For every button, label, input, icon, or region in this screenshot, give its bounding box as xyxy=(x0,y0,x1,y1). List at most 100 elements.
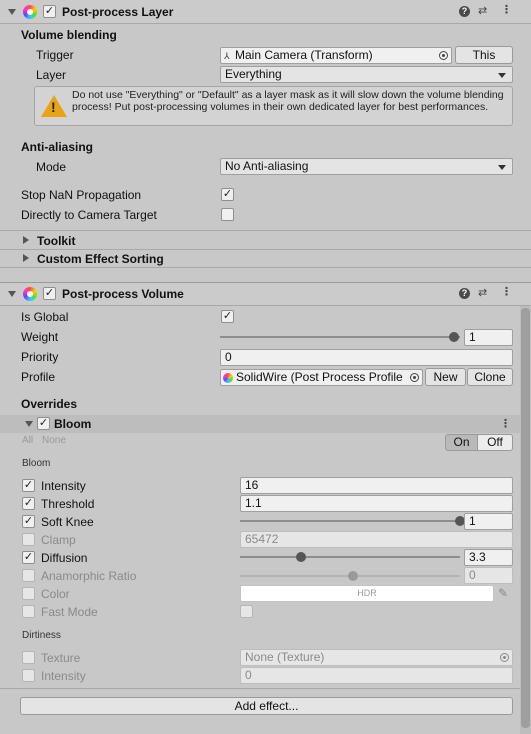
color-swatch[interactable]: HDR xyxy=(240,585,494,602)
bloom-effect-header[interactable]: ✓ Bloom ⋮ xyxy=(0,415,520,433)
intensity-label: Intensity xyxy=(41,479,86,493)
clamp-field[interactable]: 65472 xyxy=(240,531,513,548)
anamorphic-override-checkbox[interactable] xyxy=(22,569,35,582)
anamorphic-field[interactable]: 0 xyxy=(464,567,513,584)
new-profile-button[interactable]: New xyxy=(425,368,466,386)
context-menu-icon[interactable]: ⋮ xyxy=(501,285,512,298)
soft-knee-label: Soft Knee xyxy=(41,515,94,529)
custom-sorting-foldout[interactable]: Custom Effect Sorting xyxy=(37,252,164,266)
fast-mode-label: Fast Mode xyxy=(41,605,98,619)
post-process-volume-header[interactable]: ✓ Post-process Volume ? ⇄ ⋮ xyxy=(0,282,531,306)
divider xyxy=(0,267,531,268)
anamorphic-slider-thumb[interactable] xyxy=(347,571,358,581)
texture-value: None (Texture) xyxy=(245,650,325,664)
is-global-label: Is Global xyxy=(21,310,69,324)
priority-field[interactable]: 0 xyxy=(220,349,513,366)
direct-to-camera-label: Directly to Camera Target xyxy=(21,208,157,222)
layer-enabled-checkbox[interactable]: ✓ xyxy=(43,5,56,18)
clone-profile-button[interactable]: Clone xyxy=(467,368,513,386)
dirtiness-section-label: Dirtiness xyxy=(22,630,61,641)
volume-enabled-checkbox[interactable]: ✓ xyxy=(43,287,56,300)
object-picker-icon[interactable] xyxy=(439,51,448,60)
direct-to-camera-checkbox[interactable] xyxy=(221,208,234,221)
intensity-field[interactable]: 16 xyxy=(240,477,513,494)
soft-knee-field[interactable]: 1 xyxy=(464,513,513,530)
diffusion-field[interactable]: 3.3 xyxy=(464,549,513,566)
weight-slider-track[interactable] xyxy=(220,336,460,338)
add-effect-button[interactable]: Add effect... xyxy=(20,697,513,715)
fold-down-icon[interactable] xyxy=(25,421,33,427)
trigger-label: Trigger xyxy=(36,48,74,62)
color-override-checkbox[interactable] xyxy=(22,587,35,600)
stop-nan-checkbox[interactable]: ✓ xyxy=(221,188,234,201)
texture-override-checkbox[interactable] xyxy=(22,651,35,664)
mode-value: No Anti-aliasing xyxy=(225,159,309,173)
priority-label: Priority xyxy=(21,350,59,364)
post-process-layer-header[interactable]: ✓ Post-process Layer ? ⇄ ⋮ xyxy=(0,0,531,24)
presets-icon[interactable]: ⇄ xyxy=(478,286,487,299)
is-global-checkbox[interactable]: ✓ xyxy=(221,310,234,323)
fold-right-icon[interactable] xyxy=(23,254,29,262)
clamp-override-checkbox[interactable] xyxy=(22,533,35,546)
bloom-enabled-checkbox[interactable]: ✓ xyxy=(37,417,50,430)
on-toggle[interactable]: On xyxy=(445,434,478,451)
context-menu-icon[interactable]: ⋮ xyxy=(501,3,512,16)
threshold-override-checkbox[interactable]: ✓ xyxy=(22,497,35,510)
soft-knee-override-checkbox[interactable]: ✓ xyxy=(22,515,35,528)
this-button[interactable]: This xyxy=(455,46,513,64)
dirt-intensity-field[interactable]: 0 xyxy=(240,667,513,684)
texture-label: Texture xyxy=(41,651,81,665)
diffusion-slider-thumb[interactable] xyxy=(295,552,306,562)
context-menu-icon[interactable]: ⋮ xyxy=(500,417,511,430)
all-toggle[interactable]: All xyxy=(22,435,33,446)
component-title: Post-process Layer xyxy=(62,5,174,19)
threshold-field[interactable]: 1.1 xyxy=(240,495,513,512)
fast-mode-override-checkbox[interactable] xyxy=(22,605,35,618)
scrollbar-thumb[interactable] xyxy=(521,308,530,728)
diffusion-override-checkbox[interactable]: ✓ xyxy=(22,551,35,564)
chevron-down-icon xyxy=(498,165,506,170)
intensity-override-checkbox[interactable]: ✓ xyxy=(22,479,35,492)
toolkit-foldout[interactable]: Toolkit xyxy=(37,234,75,248)
post-process-layer-icon xyxy=(23,5,37,19)
profile-field[interactable]: SolidWire (Post Process Profile xyxy=(220,369,423,386)
fold-down-icon[interactable] xyxy=(8,9,16,15)
eyedropper-icon[interactable]: ✎ xyxy=(498,586,508,600)
diffusion-slider-track[interactable] xyxy=(240,556,460,558)
anti-aliasing-heading: Anti-aliasing xyxy=(21,140,94,154)
trigger-field[interactable]: ⅄ Main Camera (Transform) xyxy=(220,47,452,64)
anamorphic-label: Anamorphic Ratio xyxy=(41,569,137,583)
layer-dropdown[interactable]: Everything xyxy=(220,66,513,83)
overrides-heading: Overrides xyxy=(21,397,78,411)
fold-right-icon[interactable] xyxy=(23,236,29,244)
off-toggle[interactable]: Off xyxy=(477,434,513,451)
mode-dropdown[interactable]: No Anti-aliasing xyxy=(220,158,513,175)
transform-icon: ⅄ xyxy=(224,51,230,61)
soft-knee-slider-track[interactable] xyxy=(240,520,460,522)
divider xyxy=(0,230,531,231)
none-toggle[interactable]: None xyxy=(42,435,66,446)
help-icon[interactable]: ? xyxy=(459,288,470,299)
fast-mode-checkbox[interactable] xyxy=(240,605,253,618)
help-icon[interactable]: ? xyxy=(459,6,470,17)
texture-field[interactable]: None (Texture) xyxy=(240,649,513,666)
layer-label: Layer xyxy=(36,68,67,82)
threshold-label: Threshold xyxy=(41,497,95,511)
fold-down-icon[interactable] xyxy=(8,291,16,297)
weight-slider-thumb[interactable] xyxy=(449,332,459,342)
presets-icon[interactable]: ⇄ xyxy=(478,4,487,17)
weight-label: Weight xyxy=(21,330,59,344)
object-picker-icon[interactable] xyxy=(410,373,419,382)
object-picker-icon[interactable] xyxy=(500,653,509,662)
component-title: Post-process Volume xyxy=(62,287,184,301)
inspector-scrollbar[interactable] xyxy=(520,306,531,734)
divider xyxy=(0,249,531,250)
layer-value: Everything xyxy=(225,67,282,81)
dirt-intensity-override-checkbox[interactable] xyxy=(22,669,35,682)
weight-field[interactable]: 1 xyxy=(464,329,513,346)
divider xyxy=(0,688,531,689)
warning-mark: ! xyxy=(51,99,56,115)
bloom-title: Bloom xyxy=(54,417,92,431)
profile-value: SolidWire (Post Process Profile xyxy=(236,370,403,384)
color-label: Color xyxy=(41,587,70,601)
